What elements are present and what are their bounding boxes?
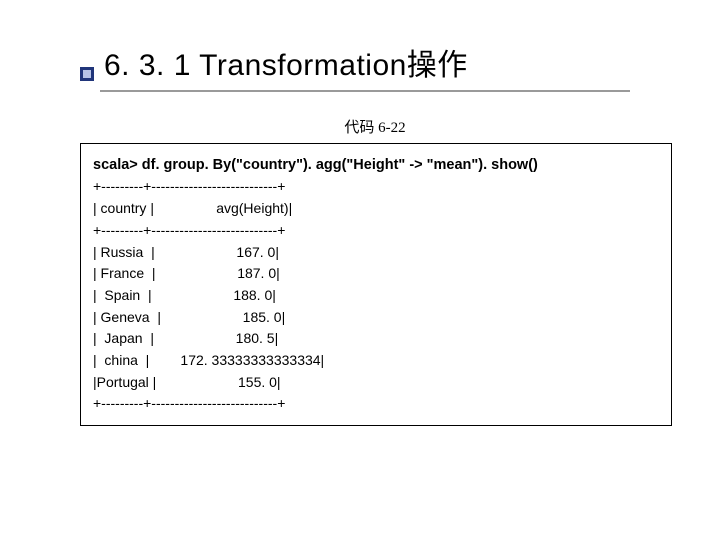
code-box: scala> df. group. By("country"). agg("He… [80, 143, 672, 426]
bullet-icon [80, 67, 94, 81]
slide-title: 6. 3. 1 Transformation操作 [104, 40, 468, 84]
scala-command: scala> df. group. By("country"). agg("He… [93, 154, 659, 176]
slide: 6. 3. 1 Transformation操作 代码 6-22 scala> … [0, 0, 720, 540]
title-row: 6. 3. 1 Transformation操作 [80, 40, 670, 84]
scala-output: +---------+---------------------------+ … [93, 176, 659, 415]
code-caption: 代码 6-22 [80, 116, 670, 137]
title-underline [100, 90, 630, 92]
